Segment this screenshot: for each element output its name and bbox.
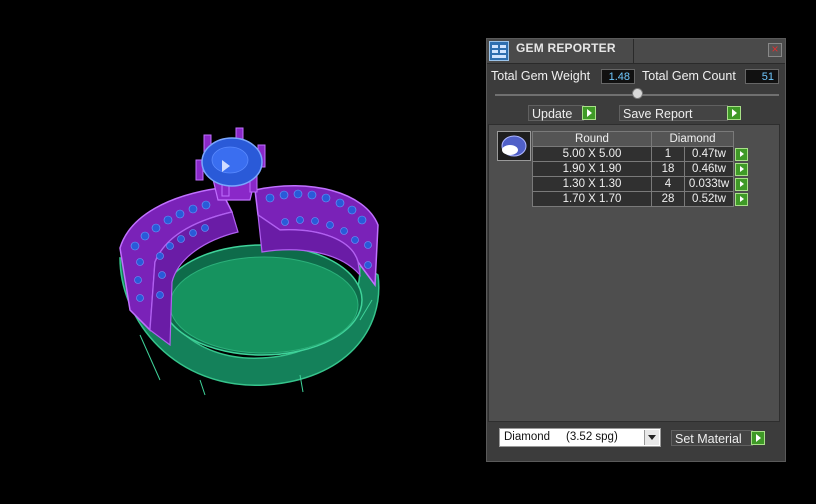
gem-count: 4 <box>651 176 685 192</box>
material-select[interactable]: Diamond (3.52 spg) <box>499 428 661 447</box>
round-gem-icon[interactable] <box>497 131 531 161</box>
material-header: Diamond <box>651 131 734 147</box>
update-go-icon[interactable] <box>582 106 596 120</box>
row-go-icon[interactable] <box>735 147 748 161</box>
gem-table: Round Diamond 5.00 X 5.00 1 0.47tw 1.90 … <box>532 131 749 207</box>
gem-weight: 0.47tw <box>684 146 734 162</box>
total-gem-weight-label: Total Gem Weight <box>491 69 591 83</box>
gem-count: 28 <box>651 191 685 207</box>
gem-reporter-panel: GEM REPORTER × Total Gem Weight 1.48 Tot… <box>486 38 786 462</box>
gem-size: 1.30 X 1.30 <box>532 176 652 192</box>
total-gem-weight-value: 1.48 <box>601 69 635 84</box>
gem-size: 1.90 X 1.90 <box>532 161 652 177</box>
row-go-icon[interactable] <box>735 192 748 206</box>
3d-viewport[interactable] <box>0 0 480 504</box>
material-select-value: Diamond (3.52 spg) <box>504 431 618 443</box>
shape-header: Round <box>532 131 652 147</box>
ring-model <box>119 127 380 396</box>
close-icon[interactable]: × <box>768 43 782 57</box>
total-gem-count-value: 51 <box>745 69 779 84</box>
window-title: GEM REPORTER <box>516 41 616 55</box>
gem-size: 5.00 X 5.00 <box>532 146 652 162</box>
gem-weight: 0.033tw <box>684 176 734 192</box>
title-bar[interactable]: GEM REPORTER × <box>487 39 785 64</box>
save-report-button[interactable]: Save Report <box>619 105 728 121</box>
update-button[interactable]: Update <box>528 105 584 121</box>
table-row[interactable]: 1.90 X 1.90 18 0.46tw <box>532 161 749 177</box>
row-go-icon[interactable] <box>735 162 748 176</box>
gem-weight: 0.46tw <box>684 161 734 177</box>
gem-count: 18 <box>651 161 685 177</box>
gem-table-header: Round Diamond <box>532 131 749 147</box>
gem-size: 1.70 X 1.70 <box>532 191 652 207</box>
row-go-icon[interactable] <box>735 177 748 191</box>
total-gem-count-label: Total Gem Count <box>642 69 736 83</box>
gem-weight: 0.52tw <box>684 191 734 207</box>
gem-list-area: Round Diamond 5.00 X 5.00 1 0.47tw 1.90 … <box>488 124 780 422</box>
table-row[interactable]: 1.70 X 1.70 28 0.52tw <box>532 191 749 207</box>
set-material-button[interactable]: Set Material <box>671 430 753 446</box>
gem-count: 1 <box>651 146 685 162</box>
title-divider <box>633 39 634 63</box>
table-row[interactable]: 1.30 X 1.30 4 0.033tw <box>532 176 749 192</box>
slider-thumb[interactable] <box>631 88 643 99</box>
gem-reporter-app-icon <box>489 41 509 61</box>
save-report-go-icon[interactable] <box>727 106 741 120</box>
table-row[interactable]: 5.00 X 5.00 1 0.47tw <box>532 146 749 162</box>
chevron-down-icon[interactable] <box>644 430 659 445</box>
set-material-go-icon[interactable] <box>751 431 765 445</box>
